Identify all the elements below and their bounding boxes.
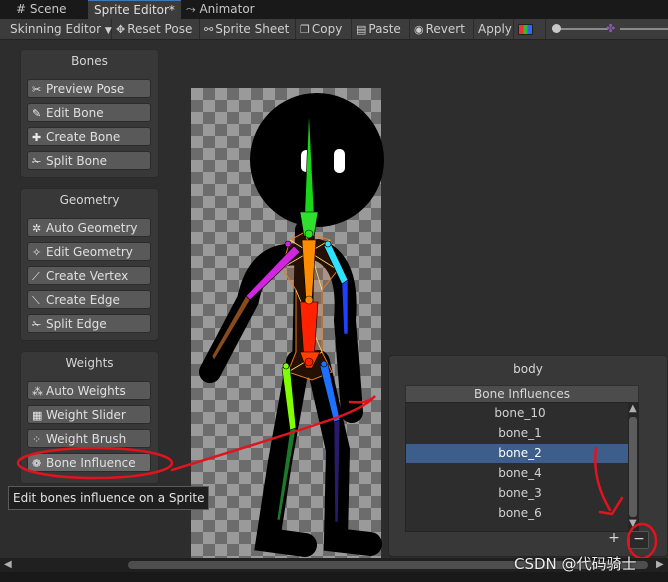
create-bone-button[interactable]: ✚ Create Bone <box>27 127 151 146</box>
preview-pose-icon: ✂ <box>32 83 42 96</box>
character-head <box>250 93 384 227</box>
bones-panel-title: Bones <box>71 54 108 68</box>
weights-panel-title: Weights <box>65 356 114 370</box>
edit-geometry-button[interactable]: ✧ Edit Geometry <box>27 242 151 261</box>
create-bone-icon: ✚ <box>32 131 42 144</box>
auto-weights-icon: ⁂ <box>32 385 43 398</box>
scroll-right-icon[interactable]: ▶ <box>656 559 664 570</box>
create-edge-icon: ⟍ <box>32 294 40 307</box>
geometry-tool-panel: Geometry ✲ Auto Geometry ✧ Edit Geometry ⟋… <box>20 188 159 341</box>
bone-influence-icon: ❁ <box>32 457 42 470</box>
auto-geometry-button[interactable]: ✲ Auto Geometry <box>27 218 151 237</box>
split-bone-button[interactable]: ✁ Split Bone <box>27 151 151 170</box>
edit-geometry-icon: ✧ <box>32 246 42 259</box>
weights-tool-panel: Weights ⁂ Auto Weights ▦ Weight Slider ⁘ We… <box>20 351 159 484</box>
bone-influences-header: Bone Influences <box>405 385 639 402</box>
create-vertex-button[interactable]: ⟋ Create Vertex <box>27 266 151 285</box>
weight-slider-icon: ▦ <box>32 409 43 422</box>
edit-bone-button[interactable]: ✎ Edit Bone <box>27 103 151 122</box>
weight-brush-icon: ⁘ <box>32 433 42 446</box>
influence-window-title: body <box>513 362 543 376</box>
bone-influence-button[interactable]: ❁ Bone Influence <box>27 453 151 472</box>
list-item[interactable]: bone_4 <box>406 464 634 483</box>
bones-tool-panel: Bones ✂ Preview Pose ✎ Edit Bone ✚ Create B… <box>20 49 159 178</box>
list-item[interactable]: bone_1 <box>406 424 634 443</box>
list-item[interactable]: bone_10 <box>406 404 634 423</box>
remove-bone-button[interactable]: − <box>629 531 649 549</box>
split-edge-button[interactable]: ✁ Split Edge <box>27 314 151 333</box>
geometry-panel-title: Geometry <box>59 193 120 207</box>
split-bone-icon: ✁ <box>32 155 42 168</box>
scroll-down-icon[interactable]: ▼ <box>629 518 637 529</box>
weight-slider-button[interactable]: ▦ Weight Slider <box>27 405 151 424</box>
auto-weights-button[interactable]: ⁂ Auto Weights <box>27 381 151 400</box>
bone-influence-list[interactable]: bone_10 bone_1 bone_2 bone_4 bone_3 bone… <box>405 402 639 532</box>
list-item[interactable]: bone_6 <box>406 504 634 523</box>
character-right-eye <box>334 149 345 173</box>
add-bone-button[interactable]: + <box>605 531 623 547</box>
create-edge-button[interactable]: ⟍ Create Edge <box>27 290 151 309</box>
list-item[interactable]: bone_3 <box>406 484 634 503</box>
split-edge-icon: ✁ <box>32 318 42 331</box>
auto-geometry-icon: ✲ <box>32 222 42 235</box>
bone-influence-window: body Bone Influences bone_10 bone_1 bone… <box>388 355 668 557</box>
list-scrollbar[interactable]: ▲ ▼ <box>628 403 638 531</box>
scroll-left-icon[interactable]: ◀ <box>4 559 12 570</box>
bone-influence-tooltip: Edit bones influence on a Sprite <box>8 486 210 510</box>
watermark: CSDN @代码骑士 <box>514 555 637 573</box>
create-vertex-icon: ⟋ <box>32 270 40 283</box>
list-scrollbar-thumb[interactable] <box>629 417 637 517</box>
weight-brush-button[interactable]: ⁘ Weight Brush <box>27 429 151 448</box>
preview-pose-button[interactable]: ✂ Preview Pose <box>27 79 151 98</box>
list-item-selected[interactable]: bone_2 <box>406 444 634 463</box>
scroll-up-icon[interactable]: ▲ <box>629 403 637 414</box>
edit-bone-icon: ✎ <box>32 107 42 120</box>
